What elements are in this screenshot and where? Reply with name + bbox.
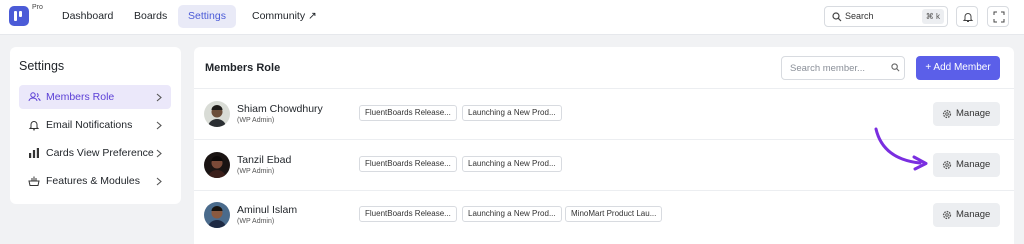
bell-icon (28, 121, 40, 131)
fullscreen-button[interactable] (987, 6, 1009, 27)
board-tag[interactable]: FluentBoards Release... (359, 156, 457, 172)
page-title: Members Role (205, 62, 281, 74)
sidebar-item-label: Cards View Preference (46, 147, 154, 159)
bell-icon (962, 13, 974, 22)
sidebar-item-members-role[interactable]: Members Role (19, 85, 171, 109)
nav-community[interactable]: Community ↗ (242, 5, 327, 28)
sidebar-item-label: Members Role (46, 91, 115, 103)
board-tag[interactable]: Launching a New Prod... (462, 206, 562, 222)
board-tag[interactable]: FluentBoards Release... (359, 206, 457, 222)
chevron-right-icon (156, 177, 162, 186)
search-icon (832, 12, 842, 22)
bar-chart-icon (29, 148, 39, 158)
board-tag[interactable]: MinoMart Product Lau... (565, 206, 663, 222)
top-navigation-bar: Pro Dashboard Boards Settings Community … (0, 0, 1024, 35)
member-role: (WP Admin) (237, 117, 275, 124)
manage-label: Manage (956, 108, 991, 119)
member-row: Aminul Islam (WP Admin) FluentBoards Rel… (194, 190, 1014, 240)
board-tag[interactable]: Launching a New Prod... (462, 105, 562, 121)
gear-icon (942, 160, 952, 170)
sidebar-item-features-modules[interactable]: Features & Modules (19, 169, 171, 193)
manage-button[interactable]: Manage (933, 153, 1000, 177)
sidebar-item-email-notifications[interactable]: Email Notifications (19, 113, 171, 137)
members-icon (28, 92, 41, 102)
fullscreen-icon (993, 11, 1005, 23)
search-label: Search (845, 11, 874, 21)
pro-badge: Pro (32, 4, 43, 11)
annotation-arrow-icon (874, 127, 928, 171)
add-member-button[interactable]: + Add Member (916, 56, 1000, 80)
manage-label: Manage (956, 159, 991, 170)
avatar (204, 202, 230, 228)
gear-icon (942, 210, 952, 220)
fluentboards-logo[interactable] (9, 6, 29, 26)
gear-icon (942, 109, 952, 119)
modules-icon (28, 176, 40, 186)
manage-button[interactable]: Manage (933, 203, 1000, 227)
search-shortcut: ⌘ k (921, 9, 944, 24)
sidebar-item-cards-view-preference[interactable]: Cards View Preference (19, 141, 171, 165)
nav-settings[interactable]: Settings (178, 5, 236, 28)
chevron-right-icon (156, 149, 162, 158)
settings-title: Settings (19, 59, 65, 73)
search-member-input[interactable] (781, 56, 905, 80)
settings-sidebar: Settings Members Role Email Notification… (10, 47, 181, 204)
member-role: (WP Admin) (237, 218, 275, 225)
board-tag[interactable]: Launching a New Prod... (462, 156, 562, 172)
search-icon (891, 63, 900, 72)
avatar (204, 101, 230, 127)
manage-button[interactable]: Manage (933, 102, 1000, 126)
board-tag[interactable]: FluentBoards Release... (359, 105, 457, 121)
member-role: (WP Admin) (237, 168, 275, 175)
global-search[interactable]: Search ⌘ k (824, 6, 948, 27)
chevron-right-icon (156, 93, 162, 102)
manage-label: Manage (956, 209, 991, 220)
avatar (204, 152, 230, 178)
nav-dashboard[interactable]: Dashboard (52, 5, 123, 28)
notifications-button[interactable] (956, 6, 978, 27)
sidebar-item-label: Features & Modules (46, 175, 140, 187)
member-name: Tanzil Ebad (237, 154, 292, 166)
sidebar-item-label: Email Notifications (46, 119, 133, 131)
nav-boards[interactable]: Boards (124, 5, 177, 28)
chevron-right-icon (156, 121, 162, 130)
member-name: Aminul Islam (237, 204, 298, 216)
member-name: Shiam Chowdhury (237, 103, 323, 115)
